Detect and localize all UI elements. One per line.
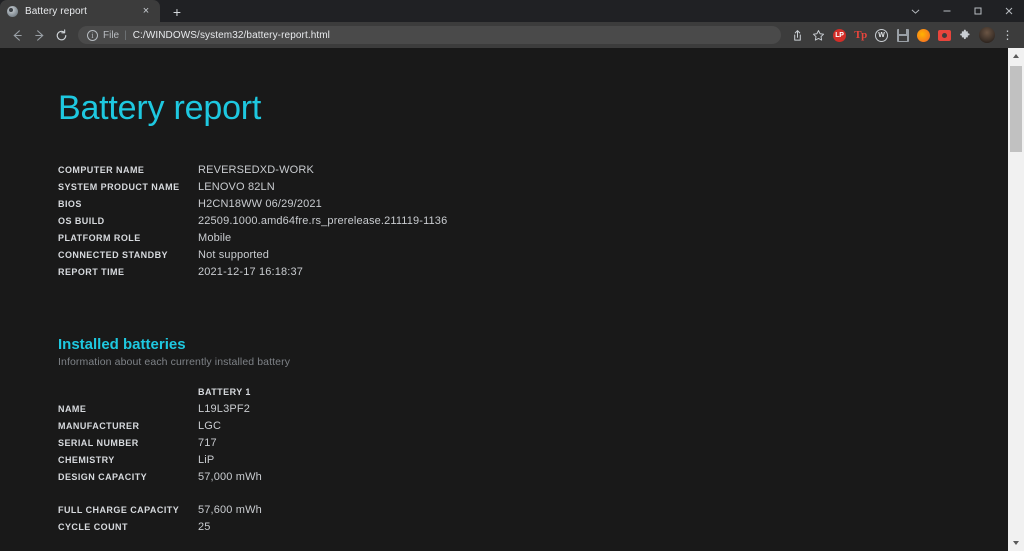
extensions-puzzle-icon[interactable] [955, 25, 976, 46]
table-header-row: BATTERY 1 [58, 384, 262, 401]
page-viewport: Battery report COMPUTER NAME REVERSEDXD-… [0, 48, 1024, 551]
page-info-icon[interactable]: i [87, 30, 98, 41]
installed-batteries-subheading: Information about each currently install… [58, 356, 1008, 368]
bookmark-star-icon[interactable] [808, 25, 829, 46]
url-separator: | [124, 30, 127, 41]
row-value: 22509.1000.amd64fre.rs_prerelease.211119… [198, 213, 447, 230]
row-label: CYCLE COUNT [58, 519, 198, 536]
table-row: NAME L19L3PF2 [58, 401, 262, 418]
battery-1-column-header: BATTERY 1 [198, 384, 262, 401]
system-info-table: COMPUTER NAME REVERSEDXD-WORK SYSTEM PRO… [58, 162, 447, 281]
table-spacer-row [58, 486, 262, 502]
row-label: PLATFORM ROLE [58, 230, 198, 247]
installed-batteries-table: BATTERY 1 NAME L19L3PF2 MANUFACTURER LGC… [58, 384, 262, 536]
row-label: BIOS [58, 196, 198, 213]
save-page-extension-icon[interactable] [892, 25, 913, 46]
screen-recorder-extension-icon[interactable] [934, 25, 955, 46]
lastpass-extension-icon[interactable]: LP [829, 25, 850, 46]
maximize-icon[interactable] [962, 0, 993, 22]
installed-batteries-heading: Installed batteries [58, 336, 1008, 353]
chrome-menu-icon[interactable]: ⋮ [997, 25, 1018, 46]
row-label: REPORT TIME [58, 264, 198, 281]
vertical-scrollbar[interactable] [1008, 48, 1024, 551]
table-row: SYSTEM PRODUCT NAME LENOVO 82LN [58, 179, 447, 196]
table-row: DESIGN CAPACITY 57,000 mWh [58, 469, 262, 486]
row-value: LGC [198, 418, 262, 435]
row-value: LiP [198, 452, 262, 469]
battery-report-document: Battery report COMPUTER NAME REVERSEDXD-… [0, 48, 1008, 551]
table-row: SERIAL NUMBER 717 [58, 435, 262, 452]
lastpass-badge-label: LP [833, 29, 846, 42]
window-controls [900, 0, 1024, 22]
new-tab-button[interactable]: + [165, 2, 189, 22]
row-label: NAME [58, 401, 198, 418]
browser-toolbar: i File | C:/WINDOWS/system32/battery-rep… [0, 22, 1024, 48]
scroll-up-arrow-icon[interactable] [1008, 48, 1024, 64]
row-value: 57,600 mWh [198, 502, 262, 519]
address-bar[interactable]: i File | C:/WINDOWS/system32/battery-rep… [78, 26, 781, 44]
tab-strip: Battery report × + [0, 0, 1024, 22]
url-scheme-label: File [103, 30, 119, 41]
table-row: PLATFORM ROLE Mobile [58, 230, 447, 247]
toolbar-icon-group: LP Tp W [787, 25, 1018, 46]
row-label: COMPUTER NAME [58, 162, 198, 179]
honey-extension-icon[interactable] [913, 25, 934, 46]
forward-button[interactable] [28, 24, 50, 46]
profile-avatar[interactable] [976, 25, 997, 46]
scrollbar-track[interactable] [1008, 64, 1024, 535]
row-value: 2021-12-17 16:18:37 [198, 264, 447, 281]
table-row: FULL CHARGE CAPACITY 57,600 mWh [58, 502, 262, 519]
tab-battery-report[interactable]: Battery report × [0, 0, 160, 22]
reload-button[interactable] [50, 24, 72, 46]
tab-title: Battery report [25, 6, 139, 17]
row-value: 717 [198, 435, 262, 452]
table-row: CONNECTED STANDBY Not supported [58, 247, 447, 264]
row-label: FULL CHARGE CAPACITY [58, 502, 198, 519]
row-value: Not supported [198, 247, 447, 264]
row-value: REVERSEDXD-WORK [198, 162, 447, 179]
row-value: L19L3PF2 [198, 401, 262, 418]
row-label: DESIGN CAPACITY [58, 469, 198, 486]
tp-badge-label: Tp [854, 29, 866, 41]
empty-header-cell [58, 384, 198, 401]
row-value: H2CN18WW 06/29/2021 [198, 196, 447, 213]
scroll-down-arrow-icon[interactable] [1008, 535, 1024, 551]
close-icon[interactable]: × [139, 4, 153, 18]
scrollbar-thumb[interactable] [1010, 66, 1022, 152]
table-row: CYCLE COUNT 25 [58, 519, 262, 536]
wayback-badge-label: W [875, 29, 888, 42]
row-value: LENOVO 82LN [198, 179, 447, 196]
table-row: BIOS H2CN18WW 06/29/2021 [58, 196, 447, 213]
table-row: OS BUILD 22509.1000.amd64fre.rs_prerelea… [58, 213, 447, 230]
table-row: CHEMISTRY LiP [58, 452, 262, 469]
row-label: CONNECTED STANDBY [58, 247, 198, 264]
minimize-icon[interactable] [931, 0, 962, 22]
table-row: REPORT TIME 2021-12-17 16:18:37 [58, 264, 447, 281]
share-icon[interactable] [787, 25, 808, 46]
wayback-extension-icon[interactable]: W [871, 25, 892, 46]
browser-window: Battery report × + [0, 0, 1024, 551]
chevron-down-icon[interactable] [900, 0, 931, 22]
page-title: Battery report [58, 90, 1008, 127]
row-value: Mobile [198, 230, 447, 247]
row-label: CHEMISTRY [58, 452, 198, 469]
row-value: 57,000 mWh [198, 469, 262, 486]
table-row: COMPUTER NAME REVERSEDXD-WORK [58, 162, 447, 179]
row-label: MANUFACTURER [58, 418, 198, 435]
globe-icon [7, 6, 18, 17]
row-label: SERIAL NUMBER [58, 435, 198, 452]
row-label: SYSTEM PRODUCT NAME [58, 179, 198, 196]
url-text[interactable]: C:/WINDOWS/system32/battery-report.html [133, 30, 330, 41]
row-value: 25 [198, 519, 262, 536]
back-button[interactable] [6, 24, 28, 46]
row-label: OS BUILD [58, 213, 198, 230]
close-window-icon[interactable] [993, 0, 1024, 22]
tp-extension-icon[interactable]: Tp [850, 25, 871, 46]
table-row: MANUFACTURER LGC [58, 418, 262, 435]
